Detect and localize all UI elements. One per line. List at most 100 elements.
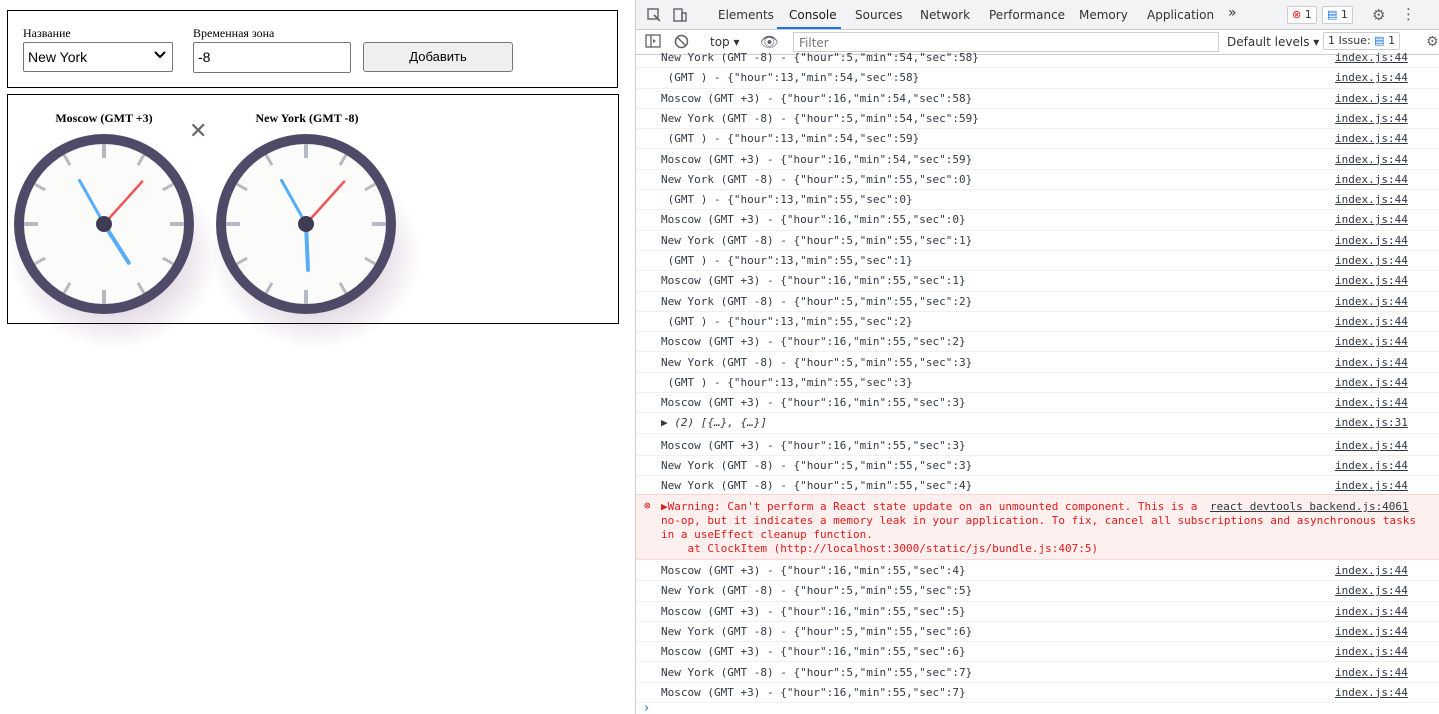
console-row: Moscow (GMT +3) - {"hour":16,"min":55,"s… (636, 561, 1439, 582)
console-message: New York (GMT -8) - {"hour":5,"min":55,"… (661, 665, 973, 679)
timezone-input[interactable]: -8 (193, 42, 351, 73)
source-link[interactable]: index.js:44 (1335, 686, 1408, 699)
console-row: Moscow (GMT +3) - {"hour":16,"min":55,"s… (636, 271, 1439, 292)
gear-icon[interactable]: ⚙ (1372, 6, 1385, 24)
console-row: ▶ (2) [{…}, {…}] index.js:31 (636, 413, 1439, 434)
console-messages: New York (GMT -8) - {"hour":5,"min":54,"… (636, 51, 1439, 714)
error-count-badge[interactable]: ⊗ 1 (1287, 6, 1317, 24)
clocks-container: Moscow (GMT +3) ✕ New York (GMT -8) (7, 94, 619, 349)
device-toolbar-icon[interactable] (672, 7, 688, 26)
console-row: (GMT ) - {"hour":13,"min":55,"sec":3} ind… (636, 373, 1439, 394)
source-link[interactable]: index.js:44 (1335, 92, 1408, 105)
console-message: Moscow (GMT +3) - {"hour":16,"min":54,"s… (661, 152, 973, 166)
console-prompt[interactable]: › (644, 701, 649, 714)
city-select[interactable]: New York (23, 42, 173, 72)
source-link[interactable]: index.js:44 (1335, 234, 1408, 247)
source-link[interactable]: index.js:44 (1335, 584, 1408, 597)
source-link[interactable]: index.js:44 (1335, 274, 1408, 287)
console-row: Moscow (GMT +3) - {"hour":16,"min":54,"s… (636, 150, 1439, 170)
warning-line: no-op, but it indicates a memory leak in… (661, 514, 1416, 527)
console-row: Moscow (GMT +3) - {"hour":16,"min":55,"s… (636, 642, 1439, 663)
warning-message: ⊗ ▶Warning: Can't perform a React state u… (636, 494, 1439, 560)
more-tabs-button[interactable]: » (1228, 5, 1237, 21)
console-message: Moscow (GMT +3) - {"hour":16,"min":55,"s… (661, 564, 966, 577)
tab-console[interactable]: Console (789, 8, 837, 22)
console-message: Moscow (GMT +3) - {"hour":16,"min":55,"s… (661, 274, 966, 288)
source-link[interactable]: index.js:44 (1335, 479, 1408, 492)
source-link[interactable]: index.js:44 (1335, 193, 1408, 206)
console-row: New York (GMT -8) - {"hour":5,"min":55,"… (636, 663, 1439, 683)
source-link[interactable]: index.js:44 (1335, 439, 1408, 452)
source-link[interactable]: index.js:44 (1335, 153, 1408, 166)
console-row: New York (GMT -8) - {"hour":5,"min":55,"… (636, 581, 1439, 602)
console-row: New York (GMT -8) - {"hour":5,"min":54,"… (636, 109, 1439, 130)
log-levels-dropdown[interactable]: Default levels ▾ (1227, 35, 1319, 49)
source-link[interactable]: index.js:44 (1335, 315, 1408, 328)
source-link[interactable]: index.js:44 (1335, 112, 1408, 125)
source-link[interactable]: index.js:44 (1335, 71, 1408, 84)
console-row: (GMT ) - {"hour":13,"min":55,"sec":1} ind… (636, 251, 1439, 272)
source-link[interactable]: index.js:44 (1335, 376, 1408, 389)
console-message: New York (GMT -8) - {"hour":5,"min":55,"… (661, 233, 973, 247)
clocks-drawing (9, 134, 421, 349)
error-count: 1 (1304, 8, 1312, 21)
source-link[interactable]: index.js:44 (1335, 295, 1408, 308)
tab-network[interactable]: Network (920, 8, 970, 22)
console-message: (GMT ) - {"hour":13,"min":55,"sec":1} (661, 254, 913, 267)
console-message: New York (GMT -8) - {"hour":5,"min":55,"… (661, 355, 973, 369)
console-message: Moscow (GMT +3) - {"hour":16,"min":55,"s… (661, 604, 966, 618)
tab-sources[interactable]: Sources (855, 8, 902, 22)
source-link[interactable]: index.js:44 (1335, 605, 1408, 618)
source-link[interactable]: index.js:44 (1335, 645, 1408, 658)
source-link[interactable]: index.js:31 (1335, 416, 1408, 429)
kebab-menu-icon[interactable]: ⋮ (1401, 5, 1416, 23)
console-message: Moscow (GMT +3) - {"hour":16,"min":55,"s… (661, 438, 966, 452)
inspect-element-icon[interactable] (646, 7, 662, 26)
source-link[interactable]: index.js:44 (1335, 396, 1408, 409)
console-message: (GMT ) - {"hour":13,"min":55,"sec":0} (661, 193, 913, 207)
source-link[interactable]: index.js:44 (1335, 625, 1408, 638)
source-link[interactable]: index.js:44 (1335, 213, 1408, 226)
context-selector[interactable]: top ▾ (710, 35, 740, 49)
console-row: New York (GMT -8) - {"hour":5,"min":55,"… (636, 353, 1439, 373)
console-message: New York (GMT -8) - {"hour":5,"min":55,"… (661, 624, 973, 638)
active-tab-indicator (777, 27, 841, 29)
name-label: Название (23, 26, 71, 40)
source-link[interactable]: index.js:44 (1335, 132, 1408, 145)
console-message: New York (GMT -8) - {"hour":5,"min":55,"… (661, 294, 973, 308)
console-message: New York (GMT -8) - {"hour":5,"min":55,"… (661, 479, 973, 493)
console-row: New York (GMT -8) - {"hour":5,"min":54,"… (636, 48, 1439, 69)
tab-performance[interactable]: Performance (989, 8, 1065, 22)
message-count-badge[interactable]: ▤ 1 (1322, 6, 1353, 24)
console-row: New York (GMT -8) - {"hour":5,"min":55,"… (636, 170, 1439, 191)
source-link[interactable]: index.js:44 (1335, 459, 1408, 472)
source-link[interactable]: index.js:44 (1335, 254, 1408, 267)
issues-label: 1 Issue: (1328, 34, 1371, 47)
console-message: New York (GMT -8) - {"hour":5,"min":54,"… (661, 111, 979, 125)
warning-source-link[interactable]: react devtools backend.js:4061 (1210, 500, 1409, 513)
warning-stack-line: at ClockItem (http://localhost:3000/stat… (661, 542, 1099, 555)
add-clock-form: Название Временная зона New York -8 Доба… (7, 10, 618, 88)
source-link[interactable]: index.js:44 (1335, 666, 1408, 679)
console-row: New York (GMT -8) - {"hour":5,"min":55,"… (636, 456, 1439, 477)
error-icon: ⊗ (1292, 8, 1302, 21)
tab-memory[interactable]: Memory (1079, 8, 1128, 22)
source-link[interactable]: index.js:44 (1335, 51, 1408, 64)
devtools-tabbar: Elements Console Sources Network Perform… (636, 0, 1439, 30)
source-link[interactable]: index.js:44 (1335, 356, 1408, 369)
source-link[interactable]: index.js:44 (1335, 335, 1408, 348)
message-count: 1 (1340, 8, 1348, 21)
clock-center-pin (96, 216, 112, 232)
add-button[interactable]: Добавить (363, 42, 513, 72)
tab-elements[interactable]: Elements (718, 8, 774, 22)
console-row: Moscow (GMT +3) - {"hour":16,"min":55,"s… (636, 602, 1439, 622)
console-row: Moscow (GMT +3) - {"hour":16,"min":55,"s… (636, 210, 1439, 231)
console-message: (GMT ) - {"hour":13,"min":54,"sec":59} (661, 132, 920, 146)
console-message: New York (GMT -8) - {"hour":5,"min":54,"… (661, 51, 979, 64)
console-message: Moscow (GMT +3) - {"hour":16,"min":55,"s… (661, 335, 966, 349)
tab-application[interactable]: Application (1147, 8, 1214, 22)
source-link[interactable]: index.js:44 (1335, 564, 1408, 577)
context-value: top (710, 35, 730, 49)
source-link[interactable]: index.js:44 (1335, 173, 1408, 186)
log-levels-label: Default levels (1227, 35, 1310, 49)
